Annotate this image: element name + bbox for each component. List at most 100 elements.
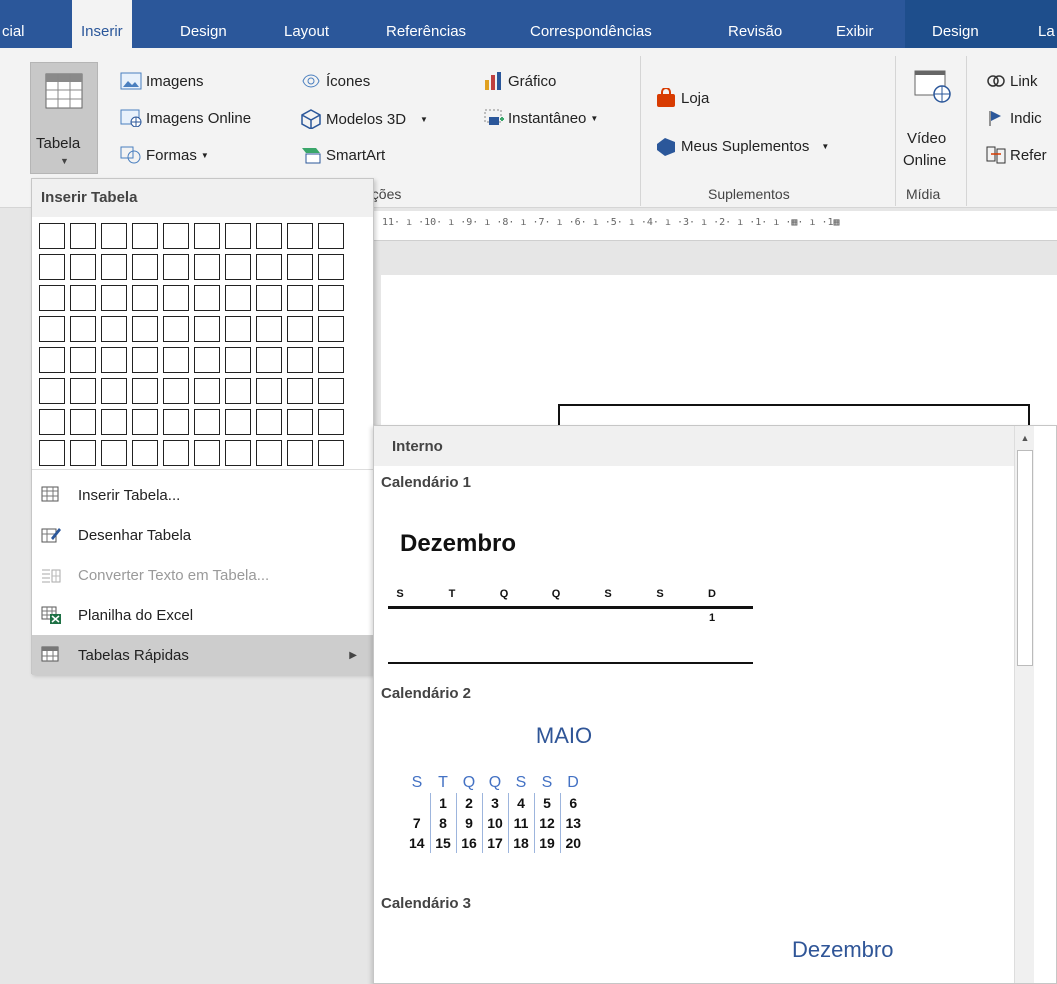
table-grid-cell[interactable] xyxy=(318,409,344,435)
table-grid-cell[interactable] xyxy=(225,316,251,342)
imagens-online-button[interactable]: Imagens Online xyxy=(120,109,251,127)
table-grid-cell[interactable] xyxy=(287,409,313,435)
table-grid-cell[interactable] xyxy=(132,316,158,342)
tab-layout-table[interactable]: La xyxy=(1032,0,1057,48)
table-grid-cell[interactable] xyxy=(256,440,282,466)
meus-suplementos-button[interactable]: Meus Suplementos ▼ xyxy=(655,136,829,156)
vertical-scrollbar[interactable]: ▲ xyxy=(1014,426,1034,983)
table-grid-cell[interactable] xyxy=(132,347,158,373)
table-grid-cell[interactable] xyxy=(194,347,220,373)
table-grid-cell[interactable] xyxy=(70,223,96,249)
tab-exibir[interactable]: Exibir xyxy=(830,0,880,48)
imagens-button[interactable]: Imagens xyxy=(120,72,204,90)
table-grid-cell[interactable] xyxy=(39,316,65,342)
loja-button[interactable]: Loja xyxy=(655,88,709,108)
table-grid-cell[interactable] xyxy=(256,254,282,280)
table-grid-cell[interactable] xyxy=(194,285,220,311)
table-grid-cell[interactable] xyxy=(163,409,189,435)
table-grid-cell[interactable] xyxy=(256,378,282,404)
table-grid-cell[interactable] xyxy=(256,409,282,435)
table-grid-cell[interactable] xyxy=(101,347,127,373)
table-grid-cell[interactable] xyxy=(101,316,127,342)
table-grid-cell[interactable] xyxy=(101,440,127,466)
table-grid-cell[interactable] xyxy=(163,378,189,404)
table-grid-cell[interactable] xyxy=(225,440,251,466)
table-grid-cell[interactable] xyxy=(163,347,189,373)
table-grid-cell[interactable] xyxy=(287,254,313,280)
table-grid-cell[interactable] xyxy=(318,440,344,466)
table-grid-cell[interactable] xyxy=(39,409,65,435)
table-grid-cell[interactable] xyxy=(39,378,65,404)
table-grid-cell[interactable] xyxy=(225,347,251,373)
table-grid-cell[interactable] xyxy=(194,223,220,249)
tab-referencias[interactable]: Referências xyxy=(380,0,472,48)
table-grid-cell[interactable] xyxy=(101,223,127,249)
table-grid-cell[interactable] xyxy=(163,316,189,342)
smartart-button[interactable]: SmartArt xyxy=(300,146,385,164)
table-grid-cell[interactable] xyxy=(256,223,282,249)
table-grid-cell[interactable] xyxy=(101,254,127,280)
table-grid-cell[interactable] xyxy=(318,316,344,342)
table-grid-cell[interactable] xyxy=(194,440,220,466)
table-grid-cell[interactable] xyxy=(194,378,220,404)
tab-correspondencias[interactable]: Correspondências xyxy=(524,0,658,48)
table-grid-cell[interactable] xyxy=(318,378,344,404)
table-grid-cell[interactable] xyxy=(163,285,189,311)
modelos-3d-button[interactable]: Modelos 3D ▼ xyxy=(300,109,428,129)
table-grid-cell[interactable] xyxy=(132,223,158,249)
table-grid-cell[interactable] xyxy=(70,254,96,280)
table-grid-cell[interactable] xyxy=(287,285,313,311)
table-grid-cell[interactable] xyxy=(101,378,127,404)
table-grid-cell[interactable] xyxy=(225,285,251,311)
table-grid-cell[interactable] xyxy=(39,347,65,373)
grafico-button[interactable]: Gráfico xyxy=(484,72,556,90)
table-grid-cell[interactable] xyxy=(256,316,282,342)
table-grid-cell[interactable] xyxy=(287,347,313,373)
table-grid-cell[interactable] xyxy=(287,316,313,342)
instantaneo-button[interactable]: Instantâneo ▼ xyxy=(484,109,598,127)
table-grid-cell[interactable] xyxy=(318,223,344,249)
horizontal-ruler[interactable]: 11· ı ·10· ı ·9· ı ·8· ı ·7· ı ·6· ı ·5·… xyxy=(374,211,1057,241)
tab-pagina-inicial[interactable]: cial xyxy=(0,0,31,48)
formas-button[interactable]: Formas ▼ xyxy=(120,146,209,164)
icones-button[interactable]: Ícones xyxy=(300,72,370,90)
table-grid-cell[interactable] xyxy=(225,254,251,280)
tab-inserir[interactable]: Inserir xyxy=(72,0,132,50)
table-grid-cell[interactable] xyxy=(39,285,65,311)
scroll-up-arrow-icon[interactable]: ▲ xyxy=(1017,430,1033,446)
menu-item-tabelas-rapidas[interactable]: Tabelas Rápidas ▶ xyxy=(32,635,373,675)
table-grid-cell[interactable] xyxy=(70,409,96,435)
video-online-button[interactable]: Vídeo Online xyxy=(900,62,960,174)
menu-item-inserir-tabela[interactable]: Inserir Tabela... xyxy=(32,475,373,515)
table-grid-cell[interactable] xyxy=(194,316,220,342)
tabela-button[interactable]: Tabela ▼ xyxy=(30,62,98,174)
table-grid-cell[interactable] xyxy=(39,254,65,280)
link-button[interactable]: Link xyxy=(986,72,1038,90)
table-grid-cell[interactable] xyxy=(194,254,220,280)
table-grid-cell[interactable] xyxy=(132,285,158,311)
referencia-cruzada-button[interactable]: Refer xyxy=(986,146,1047,164)
tab-design-table[interactable]: Design xyxy=(926,0,985,48)
table-grid-cell[interactable] xyxy=(101,409,127,435)
table-grid-cell[interactable] xyxy=(39,223,65,249)
table-grid-cell[interactable] xyxy=(287,223,313,249)
table-grid-cell[interactable] xyxy=(225,223,251,249)
gallery-item-calendario-1[interactable]: Calendário 1 Dezembro S T Q Q S S D 1 xyxy=(374,466,1014,681)
table-grid-cell[interactable] xyxy=(318,347,344,373)
table-grid-cell[interactable] xyxy=(132,409,158,435)
scrollbar-thumb[interactable] xyxy=(1017,450,1033,666)
gallery-item-calendario-2[interactable]: Calendário 2 MAIO S T Q Q S S D 1 2 3 4 … xyxy=(374,681,1014,896)
table-grid-cell[interactable] xyxy=(39,440,65,466)
menu-item-converter-texto[interactable]: Converter Texto em Tabela... xyxy=(32,555,373,595)
tab-layout[interactable]: Layout xyxy=(278,0,335,48)
table-grid-cell[interactable] xyxy=(70,440,96,466)
menu-item-desenhar-tabela[interactable]: Desenhar Tabela xyxy=(32,515,373,555)
table-grid-cell[interactable] xyxy=(70,378,96,404)
table-grid-cell[interactable] xyxy=(194,409,220,435)
indicador-button[interactable]: Indic xyxy=(986,109,1042,127)
table-grid-cell[interactable] xyxy=(163,254,189,280)
table-grid-cell[interactable] xyxy=(256,347,282,373)
table-grid-cell[interactable] xyxy=(287,378,313,404)
tab-revisao[interactable]: Revisão xyxy=(722,0,788,48)
table-grid-cell[interactable] xyxy=(318,254,344,280)
